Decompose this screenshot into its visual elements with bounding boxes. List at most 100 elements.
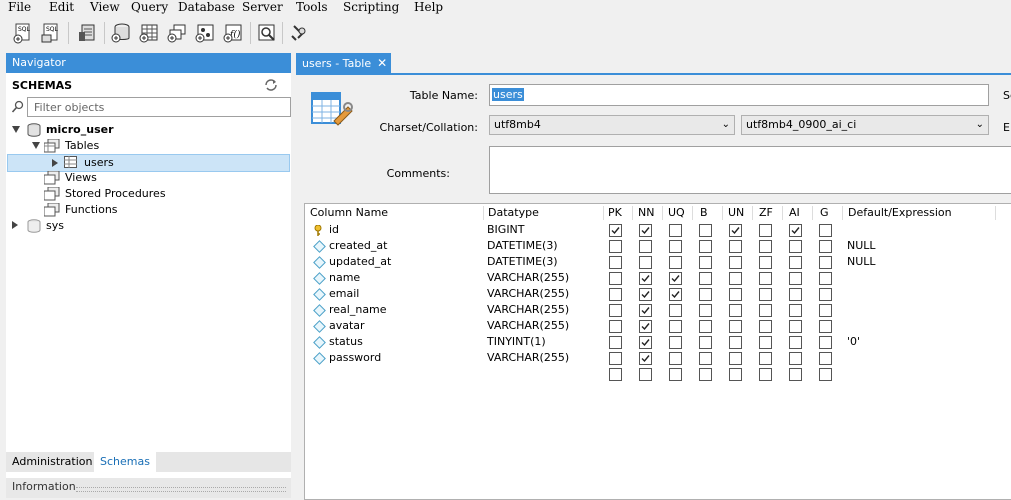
g-checkbox[interactable] [819, 256, 832, 269]
search-data-icon[interactable] [256, 22, 278, 44]
ai-checkbox[interactable] [789, 224, 802, 237]
uq-checkbox[interactable] [669, 240, 682, 253]
nn-checkbox[interactable] [639, 320, 652, 333]
g-checkbox[interactable] [819, 288, 832, 301]
tree-item-views[interactable]: Views [44, 170, 274, 186]
ai-checkbox[interactable] [789, 352, 802, 365]
b-checkbox[interactable] [699, 320, 712, 333]
pk-checkbox[interactable] [609, 336, 622, 349]
zf-checkbox[interactable] [759, 288, 772, 301]
un-checkbox[interactable] [729, 288, 742, 301]
menu-database[interactable]: Database [178, 0, 235, 14]
tree-item-sys[interactable]: sys [12, 218, 282, 234]
b-checkbox[interactable] [699, 336, 712, 349]
pk-checkbox[interactable] [609, 256, 622, 269]
nn-checkbox[interactable] [639, 256, 652, 269]
table-row[interactable]: created_at DATETIME(3) NULL [305, 238, 1005, 254]
un-checkbox[interactable] [729, 240, 742, 253]
ai-checkbox[interactable] [789, 304, 802, 317]
menu-scripting[interactable]: Scripting [343, 0, 399, 14]
uq-checkbox[interactable] [669, 224, 682, 237]
uq-checkbox[interactable] [669, 288, 682, 301]
tab-schemas[interactable]: Schemas [94, 452, 156, 472]
table-row[interactable]: name VARCHAR(255) [305, 270, 1005, 286]
g-checkbox[interactable] [819, 368, 832, 381]
zf-checkbox[interactable] [759, 352, 772, 365]
ai-checkbox[interactable] [789, 240, 802, 253]
expand-arrow-icon[interactable] [32, 142, 41, 150]
table-row[interactable]: id BIGINT [305, 222, 1005, 238]
tree-item-stored-procedures[interactable]: Stored Procedures [44, 186, 274, 202]
col-header-datatype[interactable]: Datatype [488, 204, 539, 222]
table-row[interactable]: real_name VARCHAR(255) [305, 302, 1005, 318]
g-checkbox[interactable] [819, 240, 832, 253]
create-view-icon[interactable] [166, 22, 188, 44]
nn-checkbox[interactable] [639, 224, 652, 237]
filter-objects-input[interactable] [34, 99, 284, 115]
pk-checkbox[interactable] [609, 304, 622, 317]
g-checkbox[interactable] [819, 304, 832, 317]
un-checkbox[interactable] [729, 304, 742, 317]
pk-checkbox[interactable] [609, 272, 622, 285]
col-header-un[interactable]: UN [728, 204, 744, 222]
b-checkbox[interactable] [699, 240, 712, 253]
un-checkbox[interactable] [729, 256, 742, 269]
reconnect-icon[interactable] [288, 22, 310, 44]
col-header-g[interactable]: G [820, 204, 829, 222]
information-panel-header[interactable]: Information [6, 478, 291, 498]
ai-checkbox[interactable] [789, 336, 802, 349]
uq-checkbox[interactable] [669, 304, 682, 317]
table-row[interactable]: password VARCHAR(255) [305, 350, 1005, 366]
tree-item-functions[interactable]: Functions [44, 202, 274, 218]
zf-checkbox[interactable] [759, 240, 772, 253]
menu-file[interactable]: File [8, 0, 31, 14]
nn-checkbox[interactable] [639, 272, 652, 285]
create-table-icon[interactable] [138, 22, 160, 44]
refresh-icon[interactable] [264, 79, 278, 91]
nn-checkbox[interactable] [639, 352, 652, 365]
close-icon[interactable]: ✕ [377, 53, 387, 73]
uq-checkbox[interactable] [669, 336, 682, 349]
uq-checkbox[interactable] [669, 320, 682, 333]
collapse-arrow-icon[interactable] [12, 221, 19, 230]
collation-select[interactable]: utf8mb4_0900_ai_ci ⌄ [741, 115, 989, 135]
comments-field[interactable] [489, 146, 1011, 194]
create-schema-icon[interactable] [110, 22, 132, 44]
table-row-new[interactable] [305, 366, 1005, 382]
nn-checkbox[interactable] [639, 288, 652, 301]
b-checkbox[interactable] [699, 304, 712, 317]
un-checkbox[interactable] [729, 224, 742, 237]
menu-view[interactable]: View [90, 0, 120, 14]
menu-tools[interactable]: Tools [296, 0, 328, 14]
un-checkbox[interactable] [729, 336, 742, 349]
col-header-b[interactable]: B [700, 204, 708, 222]
b-checkbox[interactable] [699, 352, 712, 365]
create-procedure-icon[interactable] [194, 22, 216, 44]
ai-checkbox[interactable] [789, 320, 802, 333]
col-header-uq[interactable]: UQ [668, 204, 685, 222]
menu-edit[interactable]: Edit [49, 0, 74, 14]
zf-checkbox[interactable] [759, 272, 772, 285]
charset-select[interactable]: utf8mb4 ⌄ [489, 115, 735, 135]
table-row[interactable]: updated_at DATETIME(3) NULL [305, 254, 1005, 270]
pk-checkbox[interactable] [609, 240, 622, 253]
un-checkbox[interactable] [729, 352, 742, 365]
col-header-nn[interactable]: NN [638, 204, 654, 222]
create-function-icon[interactable]: f() [222, 22, 244, 44]
new-sql-tab-icon[interactable]: SQL [12, 22, 34, 44]
nn-checkbox[interactable] [639, 304, 652, 317]
un-checkbox[interactable] [729, 272, 742, 285]
tab-administration[interactable]: Administration [6, 452, 99, 472]
g-checkbox[interactable] [819, 320, 832, 333]
table-row[interactable]: email VARCHAR(255) [305, 286, 1005, 302]
zf-checkbox[interactable] [759, 304, 772, 317]
zf-checkbox[interactable] [759, 368, 772, 381]
nn-checkbox[interactable] [639, 336, 652, 349]
pk-checkbox[interactable] [609, 320, 622, 333]
zf-checkbox[interactable] [759, 320, 772, 333]
menu-query[interactable]: Query [131, 0, 168, 14]
open-sql-script-icon[interactable]: SQL [40, 22, 62, 44]
g-checkbox[interactable] [819, 272, 832, 285]
nn-checkbox[interactable] [639, 368, 652, 381]
ai-checkbox[interactable] [789, 368, 802, 381]
